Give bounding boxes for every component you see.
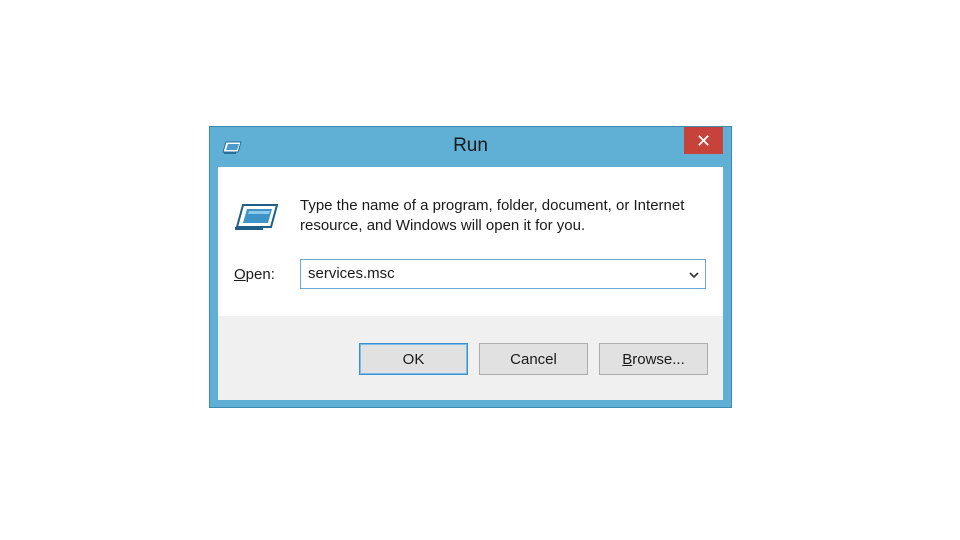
- description-text: Type the name of a program, folder, docu…: [300, 197, 685, 234]
- title-bar[interactable]: Run ✕: [210, 127, 731, 167]
- ok-button[interactable]: OK: [359, 343, 468, 375]
- run-dialog: Run ✕ Type the name of a program, folder…: [209, 126, 732, 408]
- browse-button[interactable]: Browse...: [599, 343, 708, 375]
- desktop: Run ✕ Type the name of a program, folder…: [0, 0, 960, 540]
- open-combobox[interactable]: services.msc: [300, 259, 706, 289]
- open-label-accelerator: O: [234, 266, 246, 283]
- run-icon: [235, 204, 278, 230]
- close-icon: ✕: [695, 130, 712, 151]
- open-label: Open:: [234, 266, 275, 283]
- close-button[interactable]: ✕: [684, 127, 723, 154]
- open-label-rest: pen:: [245, 266, 275, 283]
- open-input[interactable]: services.msc: [308, 265, 395, 282]
- dialog-body: Type the name of a program, folder, docu…: [218, 167, 723, 400]
- dialog-title: Run: [453, 135, 488, 156]
- browse-label-rest: rowse...: [632, 350, 685, 368]
- chevron-down-icon[interactable]: [687, 268, 701, 282]
- cancel-button[interactable]: Cancel: [479, 343, 588, 375]
- browse-accelerator: B: [622, 350, 633, 368]
